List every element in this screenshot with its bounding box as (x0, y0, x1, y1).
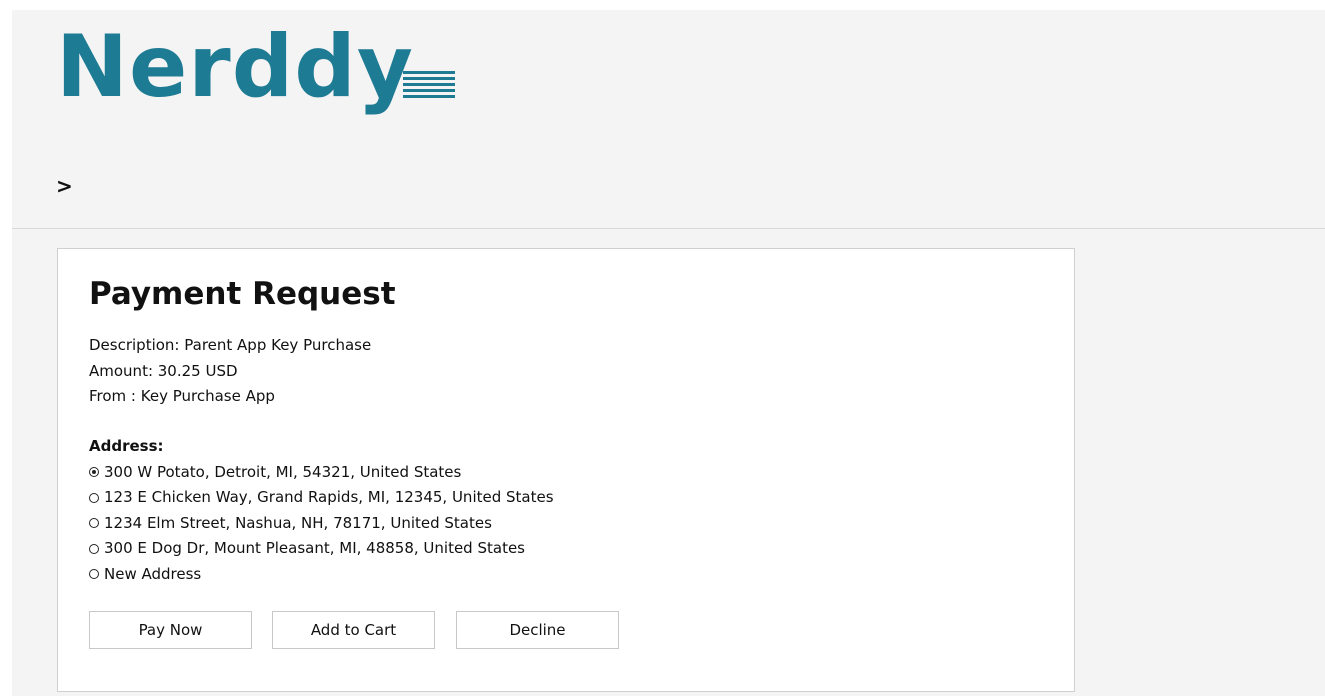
radio-selected-icon[interactable] (89, 467, 99, 478)
description-text: Description: Parent App Key Purchase (89, 336, 372, 354)
amount-text: Amount: 30.25 USD (89, 361, 238, 380)
address-selector: Address: 300 W Potato, Detroit, MI, 5432… (89, 434, 554, 587)
address-option[interactable]: 300 W Potato, Detroit, MI, 54321, United… (89, 460, 554, 486)
pay-now-button[interactable]: Pay Now (89, 611, 252, 649)
payment-info: Description: Parent App Key Purchase Amo… (89, 333, 371, 410)
address-option[interactable]: 300 E Dog Dr, Mount Pleasant, MI, 48858,… (89, 536, 554, 562)
address-option-label: 300 W Potato, Detroit, MI, 54321, United… (104, 462, 462, 481)
address-option-label: 1234 Elm Street, Nashua, NH, 78171, Unit… (104, 513, 492, 532)
address-option[interactable]: 1234 Elm Street, Nashua, NH, 78171, Unit… (89, 511, 554, 537)
hamburger-icon[interactable] (403, 70, 455, 100)
address-option[interactable]: 123 E Chicken Way, Grand Rapids, MI, 123… (89, 485, 554, 511)
address-option-new[interactable]: New Address (89, 562, 554, 588)
address-option-label: 300 E Dog Dr, Mount Pleasant, MI, 48858,… (104, 539, 525, 557)
from-text: From : Key Purchase App (89, 387, 275, 405)
radio-unselected-icon[interactable] (89, 543, 99, 554)
radio-unselected-icon[interactable] (89, 518, 99, 529)
address-option-label: 123 E Chicken Way, Grand Rapids, MI, 123… (104, 488, 554, 506)
site-header: Nerddy > (12, 10, 1325, 229)
page: Nerddy > Payment Request Description: Pa… (12, 10, 1325, 696)
radio-unselected-icon[interactable] (89, 569, 99, 580)
decline-button[interactable]: Decline (456, 611, 619, 649)
logo[interactable]: Nerddy (56, 24, 414, 110)
page-title: Payment Request (89, 276, 396, 312)
address-option-label: New Address (104, 564, 202, 583)
breadcrumb[interactable]: > (56, 176, 73, 196)
address-label: Address: (89, 437, 164, 455)
payment-request-card: Payment Request Description: Parent App … (57, 248, 1075, 692)
radio-unselected-icon[interactable] (89, 492, 99, 503)
add-to-cart-button[interactable]: Add to Cart (272, 611, 435, 649)
